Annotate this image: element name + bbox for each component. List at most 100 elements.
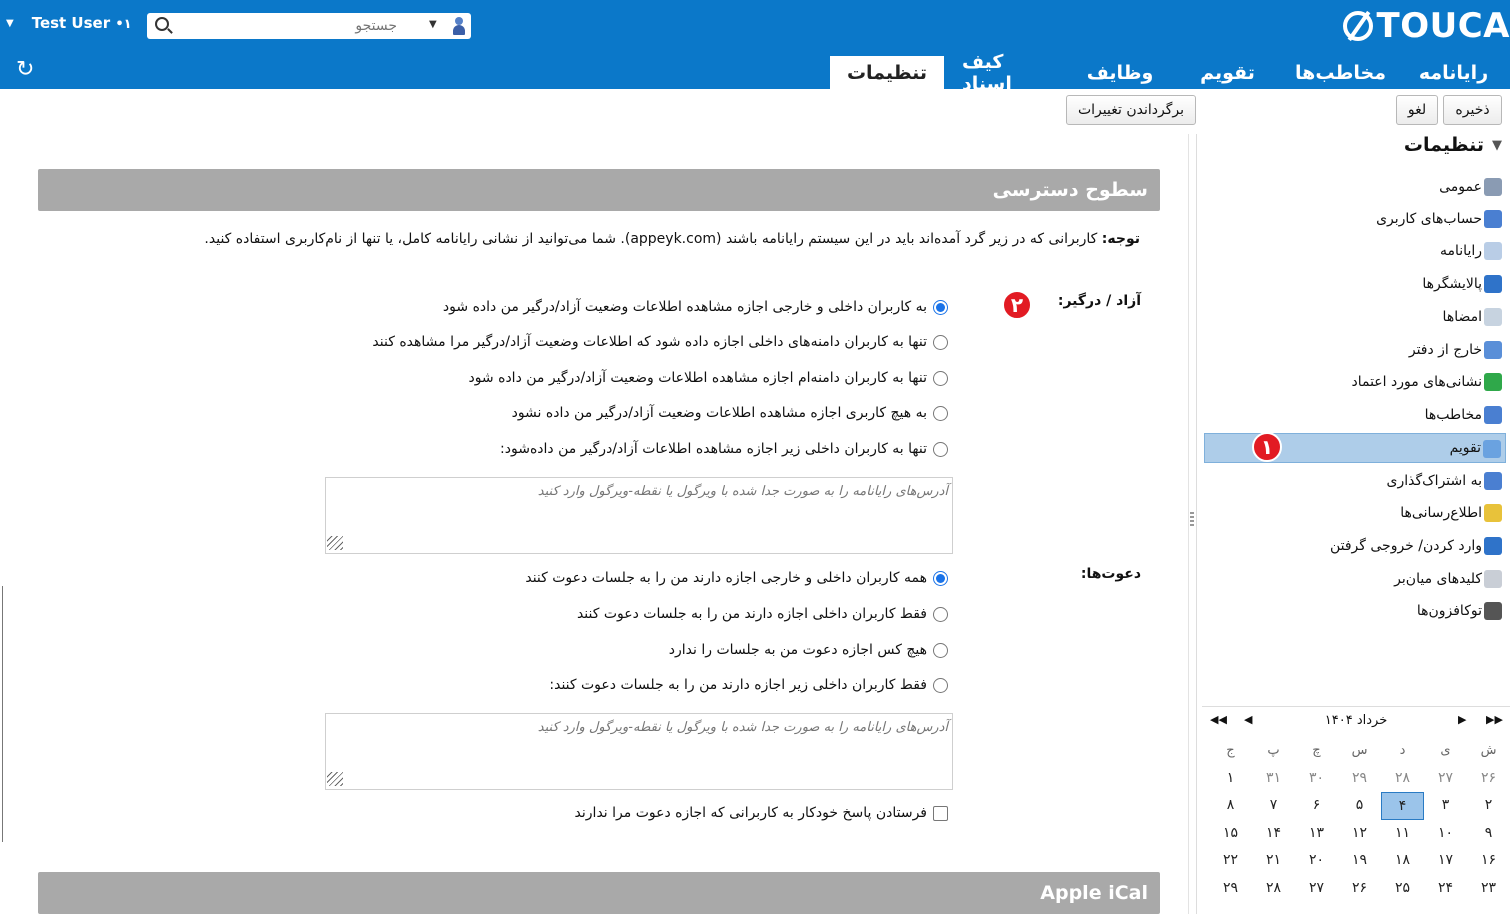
calendar-day[interactable]: ۱۷ bbox=[1424, 847, 1467, 875]
calendar-day[interactable]: ۱۱ bbox=[1381, 820, 1424, 848]
calendar-day[interactable]: ۷ bbox=[1252, 792, 1295, 820]
cancel-button[interactable]: لغو bbox=[1396, 95, 1438, 125]
resize-handle-icon[interactable] bbox=[327, 536, 343, 550]
calendar-day[interactable]: ۲۸ bbox=[1381, 765, 1424, 793]
calendar-day[interactable]: ۴ bbox=[1381, 792, 1424, 820]
splitter-handle[interactable] bbox=[1190, 512, 1194, 528]
search-type-dropdown-icon[interactable]: ▼ bbox=[429, 19, 437, 30]
calendar-day[interactable]: ۲۶ bbox=[1338, 875, 1381, 903]
tab-briefcase[interactable]: کیف اسناد bbox=[944, 51, 1069, 95]
sidebar-item[interactable]: رایانامه bbox=[1204, 236, 1506, 266]
next-month-icon[interactable]: ▶ bbox=[1458, 713, 1466, 726]
tab-tasks[interactable]: وظایف bbox=[1069, 56, 1171, 89]
sidebar-item[interactable]: نشانی‌های مورد اعتماد bbox=[1204, 367, 1506, 397]
calendar-day[interactable]: ۱۹ bbox=[1338, 847, 1381, 875]
sidebar-item[interactable]: وارد کردن/ خروجی گرفتن bbox=[1204, 531, 1506, 561]
sidebar-item[interactable]: توکافزون‌ها bbox=[1204, 596, 1506, 626]
calendar-day[interactable]: ۸ bbox=[1209, 792, 1252, 820]
top-header: ▼ Test User •۱ ▼ TOUCA ↻ رایانامه مخاطب‌… bbox=[0, 0, 1510, 95]
sidebar-item[interactable]: کلیدهای میان‌بر bbox=[1204, 564, 1506, 594]
calendar-day[interactable]: ۲۷ bbox=[1424, 765, 1467, 793]
search-input[interactable] bbox=[177, 16, 397, 36]
calendar-day[interactable]: ۲۲ bbox=[1209, 847, 1252, 875]
calendar-day[interactable]: ۱۶ bbox=[1467, 847, 1510, 875]
tab-contacts[interactable]: مخاطب‌ها bbox=[1284, 56, 1397, 89]
sidebar-item[interactable]: به اشتراک‌گذاری bbox=[1204, 466, 1506, 496]
invite-option[interactable]: همه کاربران داخلی و خارجی اجازه دارند من… bbox=[525, 567, 948, 589]
calendar-day[interactable]: ۲ bbox=[1467, 792, 1510, 820]
sidebar-item[interactable]: عمومی bbox=[1204, 172, 1506, 202]
calendar-day[interactable]: ۱۵ bbox=[1209, 820, 1252, 848]
invite-option[interactable]: هیچ کس اجازه دعوت من به جلسات را ندارد bbox=[669, 639, 948, 661]
calendar-day[interactable]: ۱۰ bbox=[1424, 820, 1467, 848]
tab-mail[interactable]: رایانامه bbox=[1397, 56, 1510, 89]
invite-radio[interactable] bbox=[933, 570, 948, 586]
search-icon[interactable] bbox=[155, 17, 169, 31]
sidebar-item-label: امضاها bbox=[1442, 309, 1482, 325]
sidebar-item[interactable]: مخاطب‌ها bbox=[1204, 400, 1506, 430]
calendar-day[interactable]: ۶ bbox=[1295, 792, 1338, 820]
invite-radio[interactable] bbox=[933, 606, 948, 622]
freebusy-radio[interactable] bbox=[933, 299, 948, 315]
auto-reply-option[interactable]: فرستادن پاسخ خودکار به کاربرانی که اجازه… bbox=[575, 802, 948, 824]
calendar-day[interactable]: ۳۰ bbox=[1295, 765, 1338, 793]
calendar-day[interactable]: ۲۷ bbox=[1295, 875, 1338, 903]
calendar-day[interactable]: ۲۴ bbox=[1424, 875, 1467, 903]
logo-icon bbox=[1342, 11, 1373, 41]
tab-calendar[interactable]: تقویم bbox=[1171, 56, 1284, 89]
calendar-day[interactable]: ۱۲ bbox=[1338, 820, 1381, 848]
invite-radio[interactable] bbox=[933, 642, 948, 658]
calendar-day[interactable]: ۳۱ bbox=[1252, 765, 1295, 793]
calendar-day[interactable]: ۲۵ bbox=[1381, 875, 1424, 903]
search-box[interactable]: ▼ bbox=[147, 13, 471, 39]
sidebar-item[interactable]: تقویم bbox=[1204, 433, 1506, 463]
collapse-triangle-icon[interactable]: ▼ bbox=[1492, 138, 1502, 153]
freebusy-option[interactable]: به هیچ کاربری اجازه مشاهده اطلاعات وضعیت… bbox=[512, 402, 948, 424]
freebusy-option[interactable]: تنها به کاربران دامنه‌ام اجازه مشاهده اط… bbox=[468, 367, 948, 389]
chevron-down-icon[interactable]: ▼ bbox=[6, 18, 14, 29]
user-icon[interactable] bbox=[452, 17, 466, 35]
freebusy-radio[interactable] bbox=[933, 370, 948, 386]
calendar-day[interactable]: ۲۶ bbox=[1467, 765, 1510, 793]
invite-option[interactable]: فقط کاربران داخلی اجازه دارند من را به ج… bbox=[577, 603, 948, 625]
sidebar-title[interactable]: ▼ تنظیمات bbox=[1404, 134, 1502, 156]
calendar-day[interactable]: ۱۳ bbox=[1295, 820, 1338, 848]
freebusy-radio[interactable] bbox=[933, 405, 948, 421]
resize-handle-icon[interactable] bbox=[327, 772, 343, 786]
sidebar-item[interactable]: حساب‌های کاربری bbox=[1204, 204, 1506, 234]
calendar-day[interactable]: ۲۱ bbox=[1252, 847, 1295, 875]
sidebar-item[interactable]: امضاها bbox=[1204, 302, 1506, 332]
user-menu[interactable]: ▼ Test User •۱ bbox=[6, 14, 132, 32]
calendar-day[interactable]: ۳ bbox=[1424, 792, 1467, 820]
calendar-day[interactable]: ۱۴ bbox=[1252, 820, 1295, 848]
freebusy-radio[interactable] bbox=[933, 334, 948, 350]
calendar-day[interactable]: ۱۸ bbox=[1381, 847, 1424, 875]
calendar-day[interactable]: ۲۸ bbox=[1252, 875, 1295, 903]
sidebar-item-label: رایانامه bbox=[1440, 243, 1482, 259]
next-year-icon[interactable]: ▶▶ bbox=[1486, 713, 1503, 726]
freebusy-option[interactable]: به کاربران داخلی و خارجی اجازه مشاهده اط… bbox=[443, 296, 948, 318]
sidebar-item[interactable]: خارج از دفتر bbox=[1204, 335, 1506, 365]
freebusy-option[interactable]: تنها به کاربران داخلی زیر اجازه مشاهده ا… bbox=[500, 438, 948, 460]
calendar-day[interactable]: ۵ bbox=[1338, 792, 1381, 820]
calendar-day[interactable]: ۲۳ bbox=[1467, 875, 1510, 903]
calendar-day[interactable]: ۱ bbox=[1209, 765, 1252, 793]
freebusy-option[interactable]: تنها به کاربران دامنه‌های داخلی اجازه دا… bbox=[372, 331, 948, 353]
calendar-day[interactable]: ۲۹ bbox=[1209, 875, 1252, 903]
auto-reply-checkbox[interactable] bbox=[933, 805, 948, 821]
save-button[interactable]: ذخیره bbox=[1443, 95, 1502, 125]
invite-option[interactable]: فقط کاربران داخلی زیر اجازه دارند من را … bbox=[549, 674, 948, 696]
user-name[interactable]: Test User •۱ bbox=[32, 14, 132, 32]
freebusy-users-field[interactable] bbox=[325, 477, 953, 554]
refresh-icon[interactable]: ↻ bbox=[16, 59, 36, 81]
sidebar-item[interactable]: اطلاع‌رسانی‌ها bbox=[1204, 498, 1506, 528]
revert-changes-button[interactable]: برگرداندن تغییرات bbox=[1066, 95, 1196, 125]
calendar-day[interactable]: ۲۰ bbox=[1295, 847, 1338, 875]
sidebar-item[interactable]: پالایشگرها bbox=[1204, 269, 1506, 299]
invite-users-field[interactable] bbox=[325, 713, 953, 790]
calendar-day[interactable]: ۹ bbox=[1467, 820, 1510, 848]
tab-settings[interactable]: تنظیمات bbox=[830, 56, 944, 89]
freebusy-radio[interactable] bbox=[933, 441, 948, 457]
calendar-day[interactable]: ۲۹ bbox=[1338, 765, 1381, 793]
invite-radio[interactable] bbox=[933, 677, 948, 693]
